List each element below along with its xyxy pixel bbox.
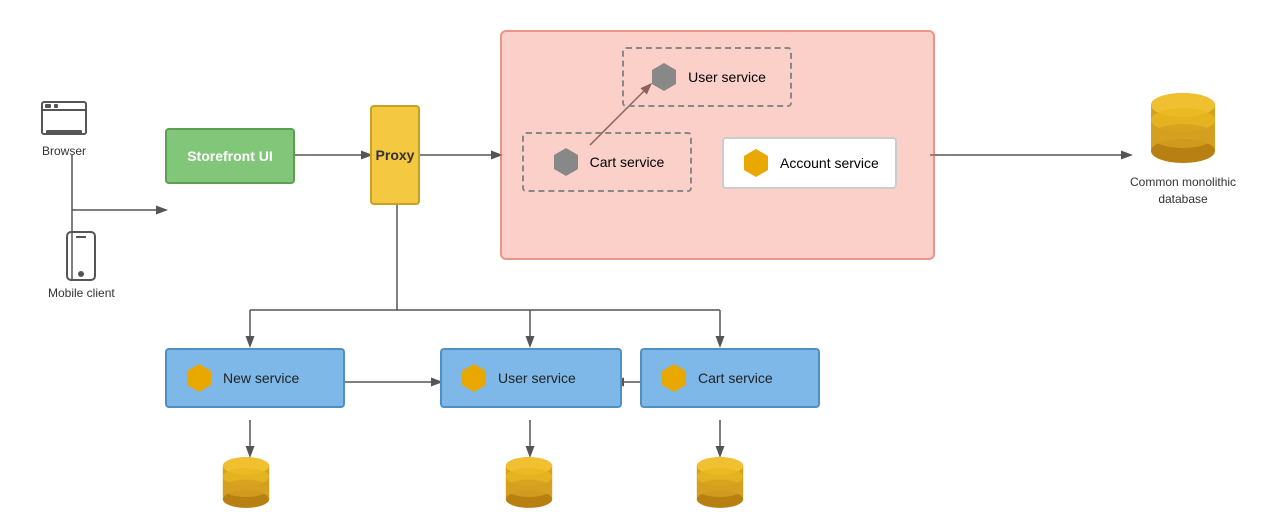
- cart-service-dashed-box: Cart service: [522, 132, 692, 192]
- architecture-diagram: Browser Mobile client Storefront UI Prox…: [0, 0, 1280, 529]
- mobile-label: Mobile client: [48, 286, 115, 300]
- account-service-hex-icon: [740, 147, 772, 179]
- user-service-dashed-box: User service: [622, 47, 792, 107]
- user-service-bottom-node: User service: [440, 348, 622, 408]
- cart-service-bottom-node: Cart service: [640, 348, 820, 408]
- new-service-db: [220, 455, 272, 513]
- new-service-label: New service: [223, 370, 299, 386]
- browser-node: Browser: [40, 100, 88, 158]
- cart-service-hex-icon: [550, 146, 582, 178]
- cart-service-bottom-hex-icon: [658, 362, 690, 394]
- new-service-node: New service: [165, 348, 345, 408]
- new-db-icon: [220, 455, 272, 513]
- pink-region: User service Cart service Account servic…: [500, 30, 935, 260]
- user-service-db: [503, 455, 555, 513]
- main-db-icon: [1148, 90, 1218, 170]
- cart-service-db: [694, 455, 746, 513]
- user-service-bottom-label: User service: [498, 370, 576, 386]
- user-service-top-label: User service: [688, 69, 766, 85]
- cart-service-bottom-label: Cart service: [698, 370, 773, 386]
- cart-db-icon: [694, 455, 746, 513]
- browser-icon: [40, 100, 88, 140]
- main-db-node: Common monolithic database: [1130, 90, 1236, 208]
- user-service-bottom-hex-icon: [458, 362, 490, 394]
- new-service-hex-icon: [183, 362, 215, 394]
- proxy-label: Proxy: [376, 147, 415, 163]
- user-db-icon: [503, 455, 555, 513]
- main-db-label: Common monolithic database: [1130, 174, 1236, 208]
- storefront-node: Storefront UI: [165, 128, 295, 184]
- account-service-box: Account service: [722, 137, 897, 189]
- user-service-hex-icon: [648, 61, 680, 93]
- proxy-node: Proxy: [370, 105, 420, 205]
- mobile-icon: [65, 230, 97, 282]
- browser-label: Browser: [42, 144, 86, 158]
- account-service-label: Account service: [780, 155, 879, 171]
- storefront-label: Storefront UI: [187, 148, 273, 164]
- cart-service-top-label: Cart service: [590, 154, 665, 170]
- mobile-node: Mobile client: [48, 230, 115, 300]
